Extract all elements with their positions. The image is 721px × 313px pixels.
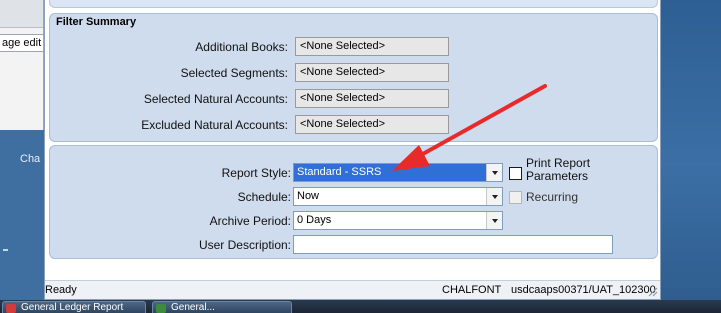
selected-segments-field[interactable]: <None Selected> [295, 63, 449, 82]
archive-period-value: 0 Days [297, 214, 332, 226]
options-panel-top [49, 0, 658, 8]
schedule-dropdown[interactable]: Now [293, 187, 503, 206]
taskbar-item-label: General... [171, 302, 215, 313]
schedule-dropdown-button[interactable] [486, 188, 502, 205]
chevron-down-icon [491, 170, 498, 175]
status-text: Ready [45, 284, 77, 296]
taskbar-item-label: General Ledger Report [21, 302, 124, 313]
excluded-natural-accounts-label: Excluded Natural Accounts: [141, 118, 288, 132]
filter-row-selected-natural-accounts: Selected Natural Accounts: <None Selecte… [50, 89, 650, 109]
desktop-mark [3, 249, 8, 251]
report-window: Filter Summary Additional Books: <None S… [44, 0, 661, 300]
schedule-label: Schedule: [237, 190, 291, 204]
recurring-checkbox[interactable] [509, 191, 522, 204]
report-style-value: Standard - SSRS [297, 166, 382, 178]
server-name: CHALFONT [442, 284, 502, 296]
filter-row-additional-books: Additional Books: <None Selected> [50, 37, 650, 57]
filter-summary-title: Filter Summary [56, 16, 137, 28]
background-window-tab[interactable]: age edit [0, 34, 44, 52]
print-report-parameters-label[interactable]: Print Report Parameters [526, 157, 590, 183]
print-report-label-line2: Parameters [526, 169, 589, 183]
document-app-icon [156, 304, 166, 313]
background-window[interactable]: age edit [0, 0, 44, 130]
schedule-value: Now [297, 190, 320, 202]
additional-books-field[interactable]: <None Selected> [295, 37, 449, 56]
taskbar: General Ledger Report General... [0, 300, 721, 313]
archive-period-dropdown[interactable]: 0 Days [293, 211, 503, 230]
report-style-dropdown[interactable]: Standard - SSRS [293, 163, 503, 182]
chevron-down-icon [491, 194, 498, 199]
report-options-panel: Report Style: Standard - SSRS Print Repo… [49, 145, 658, 259]
background-window-toolbar [0, 0, 43, 28]
additional-books-label: Additional Books: [195, 40, 288, 54]
recurring-label: Recurring [526, 190, 579, 204]
selected-segments-label: Selected Segments: [180, 66, 288, 80]
connection-string: usdcaaps00371/UAT_102300 [511, 284, 656, 296]
filter-row-selected-segments: Selected Segments: <None Selected> [50, 63, 650, 83]
resize-grip-icon[interactable] [648, 287, 658, 297]
excluded-natural-accounts-field[interactable]: <None Selected> [295, 115, 449, 134]
selected-natural-accounts-label: Selected Natural Accounts: [143, 92, 288, 106]
report-style-label: Report Style: [221, 166, 291, 180]
archive-period-dropdown-button[interactable] [486, 212, 502, 229]
archive-period-label: Archive Period: [209, 214, 291, 228]
chevron-down-icon [491, 218, 498, 223]
status-bar: Ready CHALFONT usdcaaps00371/UAT_102300 [45, 280, 660, 299]
taskbar-item-general-ledger-report[interactable]: General Ledger Report [2, 301, 146, 313]
report-style-dropdown-button[interactable] [486, 164, 502, 181]
filter-row-excluded-natural-accounts: Excluded Natural Accounts: <None Selecte… [50, 115, 650, 135]
desktop-background-right [661, 0, 721, 300]
user-description-row: User Description: [50, 235, 650, 255]
user-description-input[interactable] [293, 235, 613, 254]
filter-summary-panel: Filter Summary Additional Books: <None S… [49, 13, 658, 142]
report-app-icon [6, 304, 16, 313]
print-report-parameters-checkbox[interactable] [509, 167, 522, 180]
selected-natural-accounts-field[interactable]: <None Selected> [295, 89, 449, 108]
desktop-item-label[interactable]: Cha [20, 153, 40, 165]
archive-period-row: Archive Period: 0 Days [50, 211, 650, 231]
taskbar-item-general[interactable]: General... [152, 301, 292, 313]
user-description-label: User Description: [198, 238, 291, 252]
